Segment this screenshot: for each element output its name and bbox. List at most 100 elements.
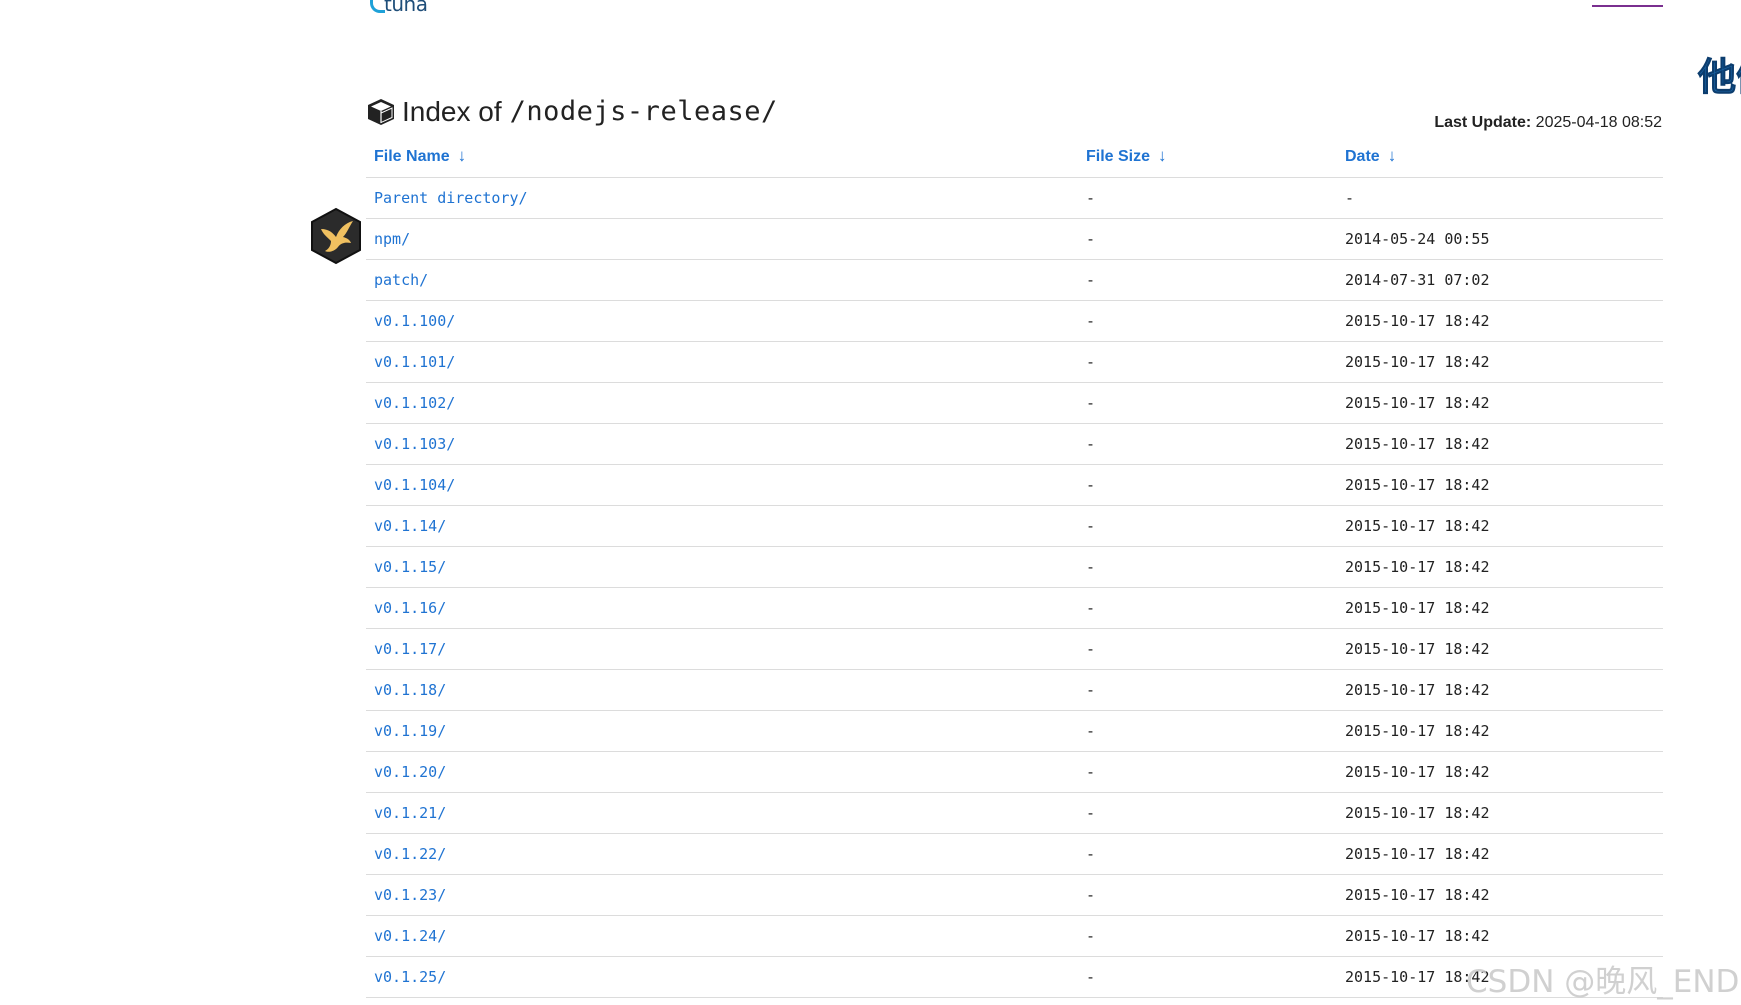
file-name-cell: v0.1.22/: [366, 833, 1078, 875]
column-header-label: File Size: [1086, 148, 1151, 165]
file-link[interactable]: v0.1.104/: [374, 476, 455, 494]
csdn-watermark: CSDN @晚风_END: [1466, 964, 1740, 1000]
file-name-cell: v0.1.101/: [366, 341, 1078, 383]
file-size-cell: -: [1078, 874, 1337, 916]
file-name-cell: v0.1.25/: [366, 956, 1078, 998]
file-date-cell: 2015-10-17 18:42: [1337, 587, 1663, 629]
file-name-cell: Parent directory/: [366, 177, 1078, 219]
last-update-value: 2025-04-18 08:52: [1535, 114, 1662, 131]
file-link[interactable]: v0.1.25/: [374, 968, 446, 986]
table-row: Parent directory/ - -: [366, 177, 1663, 219]
file-date-cell: 2015-10-17 18:42: [1337, 423, 1663, 465]
file-name-cell: patch/: [366, 259, 1078, 301]
package-box-icon: [368, 99, 394, 125]
file-link[interactable]: v0.1.17/: [374, 640, 446, 658]
title-prefix: Index of: [402, 96, 502, 127]
file-link[interactable]: v0.1.22/: [374, 845, 446, 863]
file-link[interactable]: patch/: [374, 271, 428, 289]
table-row: v0.1.16/ -2015-10-17 18:42: [366, 587, 1663, 629]
file-size-cell: -: [1078, 546, 1337, 588]
table-row: v0.1.20/ -2015-10-17 18:42: [366, 751, 1663, 793]
file-name-cell: v0.1.102/: [366, 382, 1078, 424]
file-link[interactable]: v0.1.20/: [374, 763, 446, 781]
title-path: /nodejs-release/: [509, 96, 778, 127]
file-name-cell: v0.1.18/: [366, 669, 1078, 711]
file-link[interactable]: v0.1.23/: [374, 886, 446, 904]
file-size-cell: -: [1078, 464, 1337, 506]
table-row: patch/ -2014-07-31 07:02: [366, 259, 1663, 301]
file-date-cell: 2015-10-17 18:42: [1337, 710, 1663, 752]
file-name-cell: v0.1.103/: [366, 423, 1078, 465]
file-size-cell: -: [1078, 792, 1337, 834]
file-size-cell: -: [1078, 218, 1337, 260]
table-row: v0.1.19/ -2015-10-17 18:42: [366, 710, 1663, 752]
table-row: v0.1.15/ -2015-10-17 18:42: [366, 546, 1663, 588]
file-size-cell: -: [1078, 710, 1337, 752]
file-date-cell: 2015-10-17 18:42: [1337, 751, 1663, 793]
sort-arrow-down-icon: ↓: [457, 146, 467, 165]
file-link[interactable]: v0.1.19/: [374, 722, 446, 740]
column-header-file-name[interactable]: File Name ↓: [366, 135, 1078, 178]
table-row: npm/ -2014-05-24 00:55: [366, 218, 1663, 260]
file-name-cell: v0.1.16/: [366, 587, 1078, 629]
file-date-cell: 2015-10-17 18:42: [1337, 382, 1663, 424]
file-link[interactable]: v0.1.103/: [374, 435, 455, 453]
last-update-label: Last Update:: [1434, 114, 1532, 131]
file-size-cell: -: [1078, 751, 1337, 793]
sort-arrow-down-icon: ↓: [1387, 146, 1397, 165]
file-name-cell: v0.1.104/: [366, 464, 1078, 506]
file-name-cell: v0.1.24/: [366, 915, 1078, 957]
file-name-cell: v0.1.15/: [366, 546, 1078, 588]
file-link[interactable]: v0.1.102/: [374, 394, 455, 412]
file-name-cell: npm/: [366, 218, 1078, 260]
file-name-cell: v0.1.21/: [366, 792, 1078, 834]
file-size-cell: -: [1078, 587, 1337, 629]
file-size-cell: -: [1078, 423, 1337, 465]
table-row: v0.1.101/ -2015-10-17 18:42: [366, 341, 1663, 383]
file-link[interactable]: v0.1.24/: [374, 927, 446, 945]
file-size-cell: -: [1078, 915, 1337, 957]
file-size-cell: -: [1078, 628, 1337, 670]
logo-swoosh-icon: [370, 0, 385, 13]
file-date-cell: 2015-10-17 18:42: [1337, 505, 1663, 547]
file-listing-table: File Name ↓ File Size ↓ Date ↓ Parent direc…: [366, 135, 1663, 998]
file-link[interactable]: v0.1.16/: [374, 599, 446, 617]
table-row: v0.1.24/ -2015-10-17 18:42: [366, 915, 1663, 957]
file-name-cell: v0.1.14/: [366, 505, 1078, 547]
file-link[interactable]: npm/: [374, 230, 410, 248]
file-size-cell: -: [1078, 341, 1337, 383]
active-nav-underline: [1592, 5, 1663, 7]
column-header-date[interactable]: Date ↓: [1337, 135, 1663, 178]
file-date-cell: 2015-10-17 18:42: [1337, 464, 1663, 506]
file-link[interactable]: v0.1.14/: [374, 517, 446, 535]
table-row: v0.1.23/ -2015-10-17 18:42: [366, 874, 1663, 916]
file-name-cell: v0.1.19/: [366, 710, 1078, 752]
tuna-logo[interactable]: tuna: [370, 0, 446, 16]
sort-arrow-down-icon: ↓: [1158, 146, 1167, 165]
file-date-cell: 2015-10-17 18:42: [1337, 792, 1663, 834]
file-date-cell: 2015-10-17 18:42: [1337, 546, 1663, 588]
file-date-cell: 2014-07-31 07:02: [1337, 259, 1663, 301]
table-row: v0.1.100/ -2015-10-17 18:42: [366, 300, 1663, 342]
file-link[interactable]: v0.1.15/: [374, 558, 446, 576]
table-row: v0.1.21/ -2015-10-17 18:42: [366, 792, 1663, 834]
table-row: v0.1.18/ -2015-10-17 18:42: [366, 669, 1663, 711]
file-link[interactable]: v0.1.21/: [374, 804, 446, 822]
file-date-cell: 2015-10-17 18:42: [1337, 341, 1663, 383]
file-date-cell: 2015-10-17 18:42: [1337, 915, 1663, 957]
page-header: Index of /nodejs-release/ Last Update: 2…: [366, 94, 1662, 134]
file-link[interactable]: Parent directory/: [374, 189, 528, 207]
file-size-cell: -: [1078, 956, 1337, 998]
column-header-label: File Name: [374, 148, 450, 165]
file-size-cell: -: [1078, 259, 1337, 301]
file-name-cell: v0.1.100/: [366, 300, 1078, 342]
table-row: v0.1.22/ -2015-10-17 18:42: [366, 833, 1663, 875]
file-name-cell: v0.1.17/: [366, 628, 1078, 670]
file-link[interactable]: v0.1.18/: [374, 681, 446, 699]
bird-hexagon-icon[interactable]: [309, 207, 363, 265]
page-title: Index of /nodejs-release/: [366, 94, 778, 130]
table-row: v0.1.104/ -2015-10-17 18:42: [366, 464, 1663, 506]
file-link[interactable]: v0.1.101/: [374, 353, 455, 371]
file-link[interactable]: v0.1.100/: [374, 312, 455, 330]
column-header-file-size[interactable]: File Size ↓: [1078, 135, 1337, 178]
